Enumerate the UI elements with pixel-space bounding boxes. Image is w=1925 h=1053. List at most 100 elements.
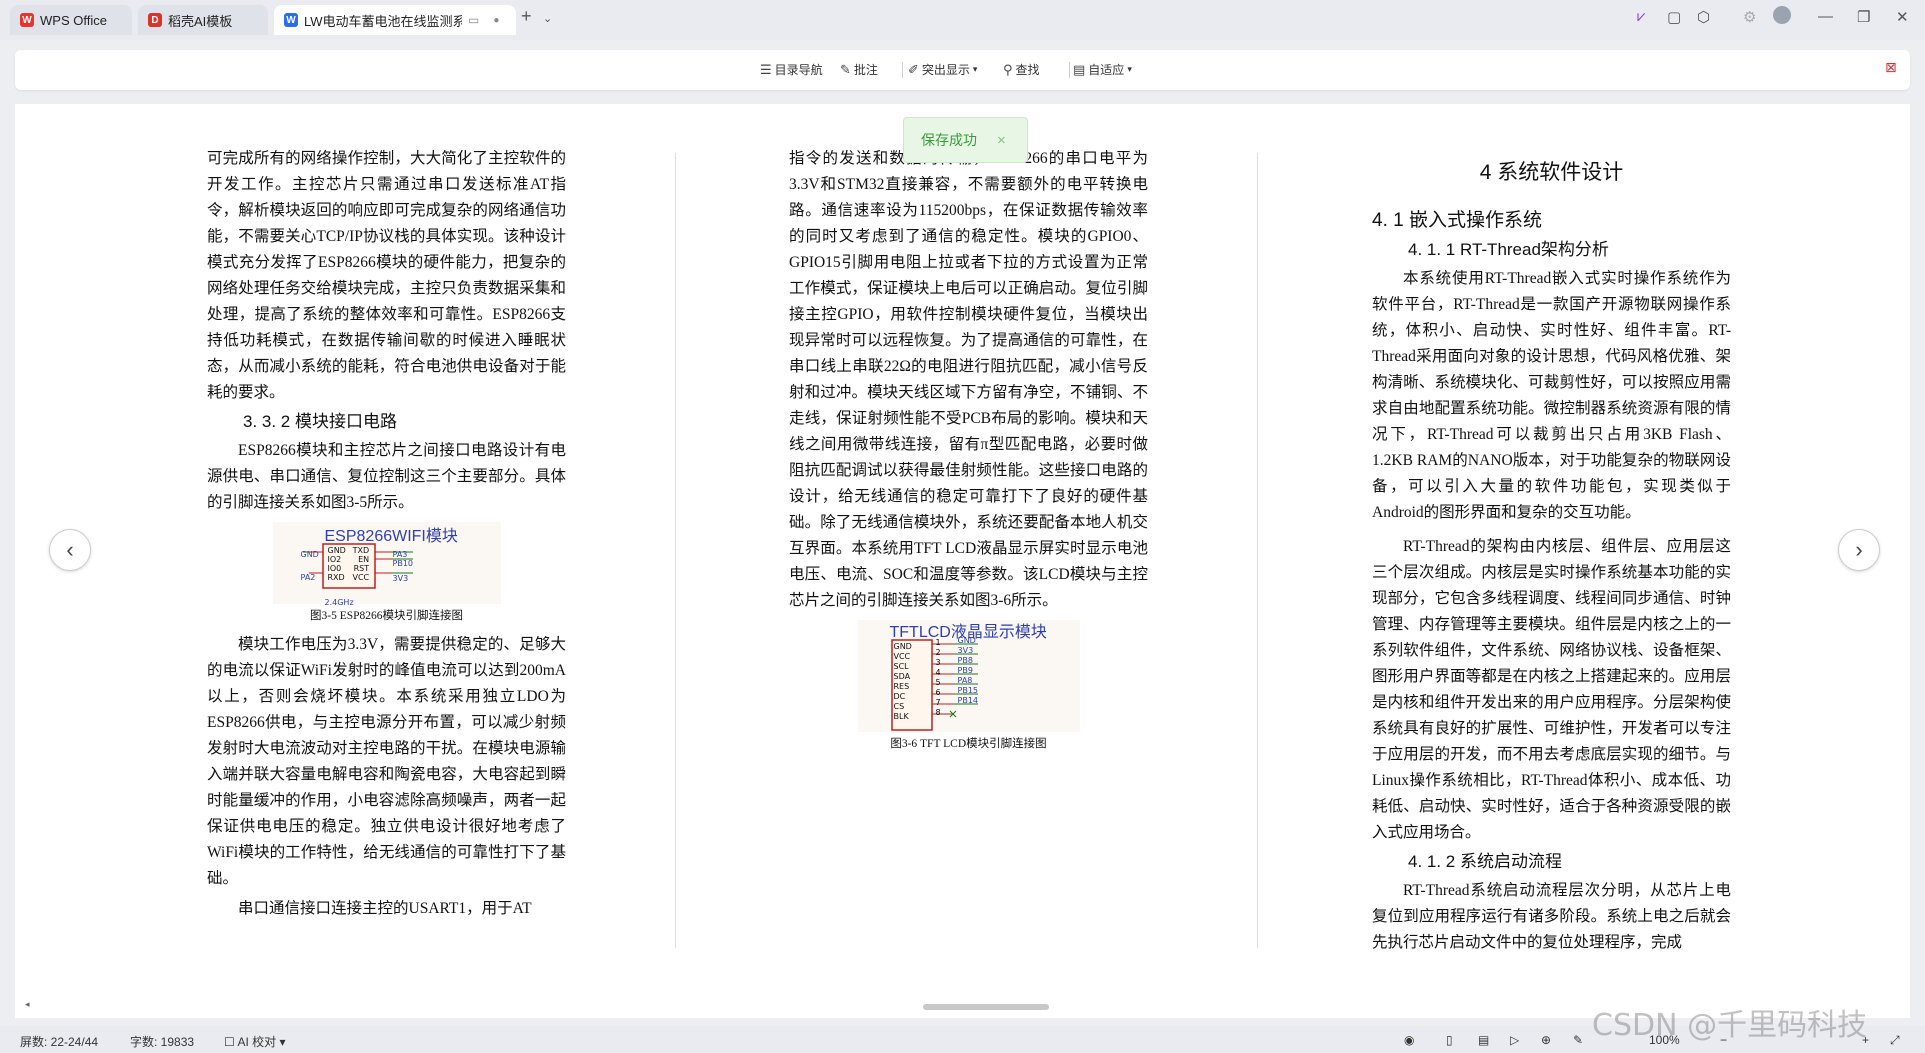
paragraph: 可完成所有的网络操作控制，大大简化了主控软件的开发工作。主控芯片只需通过串口发送… — [207, 150, 566, 401]
pin-numbers: 1 2 3 4 5 6 7 8 — [936, 638, 941, 718]
comment-icon: ✎ — [840, 61, 851, 77]
column-divider — [1257, 153, 1258, 948]
search-icon: ⚲ — [1003, 61, 1013, 77]
pin-label: CS — [893, 702, 905, 711]
column-divider — [675, 153, 676, 948]
net-label: PA2 — [300, 573, 316, 582]
title-bar: W WPS Office D 稻壳AI模板 W LW电动车蓄电池在线监测系 ▭ … — [0, 0, 1925, 40]
subsection-heading: 4. 1. 2 系统启动流程 — [1408, 852, 1562, 871]
pin-label: RXD — [327, 573, 345, 582]
pin-labels-left: GND IO2 IO0 RXD — [328, 546, 346, 582]
highlight-button[interactable]: ✐ 突出显示 ▾ — [908, 61, 977, 78]
pin-label: GND — [327, 546, 346, 555]
chevron-down-icon[interactable]: ⌄ — [543, 12, 552, 25]
wps-icon: W — [20, 13, 34, 27]
comment-button[interactable]: ✎ 批注 — [840, 61, 878, 78]
middle-column: 指令的发送和数据的传输，ESP8266的串口电平为3.3V和STM32直接兼容，… — [789, 146, 1148, 760]
tab-wps-office[interactable]: W WPS Office — [10, 5, 132, 35]
prev-page-button[interactable]: ‹ — [49, 529, 91, 571]
fullscreen-icon[interactable]: ⤢ — [1890, 1033, 1900, 1048]
paragraph: ESP8266模块和主控芯片之间接口电路设计有电源供电、串口通信、复位控制这三个… — [207, 442, 566, 511]
figure-caption: 图3-6 TFT LCD模块引脚连接图 — [890, 738, 1047, 750]
pin-labels-right: TXD EN RST VCC — [353, 546, 370, 582]
new-tab-icon[interactable]: + — [521, 6, 532, 27]
pin-number: 5 — [935, 678, 941, 687]
chevron-down-icon: ▾ — [972, 64, 978, 74]
page-view-icon[interactable]: ▯ — [1446, 1033, 1453, 1047]
pin-label: VCC — [893, 652, 911, 661]
toast-text: 保存成功 — [921, 132, 977, 148]
minimize-icon[interactable]: — — [1818, 8, 1833, 25]
exit-reading-icon[interactable]: ⊠ — [1885, 59, 1897, 76]
highlighter-icon: ✐ — [908, 61, 919, 77]
cube-icon[interactable]: ⬡ — [1697, 8, 1710, 26]
word-doc-icon: W — [284, 13, 298, 27]
tab-docer[interactable]: D 稻壳AI模板 — [138, 5, 268, 35]
chevron-down-icon: ▾ — [1127, 64, 1132, 74]
list-icon: ☰ — [760, 61, 772, 77]
pin-number: 7 — [935, 698, 941, 707]
reading-toolbar: ☰ 目录导航 ✎ 批注 ✐ 突出显示 ▾ ⚲ 查找 ▤ 自适应 ▾ ⊠ — [15, 50, 1910, 90]
net-labels: GND 3V3 PB8 PB9 PA8 PB15 PB14 — [958, 636, 979, 706]
pin-label: BLK — [893, 712, 909, 721]
right-column: 4 系统软件设计 4. 1 嵌入式操作系统 4. 1. 1 RT-Thread架… — [1372, 152, 1731, 956]
screen-icon[interactable]: ▭ — [468, 13, 479, 27]
pin-number: 6 — [935, 688, 941, 697]
eye-icon[interactable]: ◉ — [1404, 1033, 1414, 1047]
close-window-icon[interactable]: ✕ — [1896, 8, 1909, 26]
reading-mode-icon[interactable]: ▷ — [1510, 1033, 1519, 1047]
ai-proofread-button[interactable]: ☐ AI 校对 ▾ — [224, 1033, 285, 1050]
tab-document[interactable]: W LW电动车蓄电池在线监测系 ▭ ● — [274, 5, 516, 35]
window-icon[interactable]: ▢ — [1667, 8, 1681, 26]
pin-labels: GND VCC SCL SDA RES DC CS BLK — [894, 642, 912, 722]
avatar[interactable] — [1773, 6, 1791, 28]
net-label: 3V3 — [957, 646, 974, 655]
ai-icon[interactable]: ⩗ — [1637, 8, 1645, 25]
net-label: PB14 — [957, 696, 979, 705]
net-label: 3V3 — [392, 574, 409, 583]
pin-number: 4 — [935, 668, 941, 677]
save-toast: 保存成功 × — [903, 117, 1028, 163]
figure-caption: 图3-5 ESP8266模块引脚连接图 — [309, 610, 464, 622]
paragraph: 指令的发送和数据的传输，ESP8266的串口电平为3.3V和STM32直接兼容，… — [789, 150, 1148, 609]
scroll-left-icon[interactable]: ◂ — [25, 999, 30, 1010]
pin-label: TXD — [352, 546, 370, 555]
pin-label: DC — [893, 692, 906, 701]
restore-icon[interactable]: ❐ — [1857, 8, 1870, 26]
close-icon[interactable]: × — [997, 132, 1006, 149]
subsection-heading: 4. 1. 1 RT-Thread架构分析 — [1408, 240, 1609, 259]
pin-label: GND — [893, 642, 912, 651]
pin-label: IO2 — [327, 555, 342, 564]
pin-number: 3 — [935, 658, 941, 667]
next-page-button[interactable]: › — [1838, 529, 1880, 571]
page-count: 屏数: 22-24/44 — [20, 1035, 99, 1049]
chapter-heading: 4 系统软件设计 — [1479, 161, 1624, 184]
chevron-right-icon: › — [1855, 537, 1863, 562]
proofread-icon: ☐ — [224, 1035, 235, 1049]
section-heading: 3. 3. 2 模块接口电路 — [243, 412, 397, 431]
find-button[interactable]: ⚲ 查找 — [1003, 61, 1040, 78]
net-label: PB9 — [957, 666, 973, 675]
docer-icon: D — [148, 13, 162, 27]
chevron-left-icon: ‹ — [66, 537, 74, 562]
word-count[interactable]: 字数: 19833 — [130, 1033, 194, 1050]
tab-label: 稻壳AI模板 — [168, 13, 233, 29]
esp8266-figure: ESP8266WIFI模块 GND IO2 IO0 RXD TXD EN RST… — [272, 522, 501, 607]
pin-label: VCC — [352, 573, 370, 582]
paragraph: 本系统使用RT-Thread嵌入式实时操作系统作为软件平台，RT-Thread是… — [1372, 270, 1731, 521]
toc-nav-button[interactable]: ☰ 目录导航 — [760, 61, 823, 78]
pen-icon[interactable]: ✎ — [1573, 1033, 1583, 1047]
settings-icon[interactable]: ⚙ — [1743, 8, 1756, 26]
fit-button[interactable]: ▤ 自适应 ▾ — [1073, 61, 1132, 78]
csdn-watermark: CSDN @千里码科技 — [1592, 1008, 1868, 1043]
net-label: PA8 — [957, 676, 973, 685]
tft-lcd-figure: TFTLCD液晶显示模块 GND VCC SCL SDA RES DC CS B… — [857, 620, 1080, 732]
fit-page-icon: ▤ — [1073, 61, 1086, 77]
net-label: PB8 — [957, 656, 973, 665]
tab-label: LW电动车蓄电池在线监测系 — [304, 13, 462, 29]
web-view-icon[interactable]: ⊕ — [1541, 1033, 1551, 1047]
horizontal-scrollbar[interactable] — [923, 1004, 1049, 1010]
outline-view-icon[interactable]: ▤ — [1478, 1033, 1489, 1047]
find-label: 查找 — [1015, 63, 1040, 77]
net-label: 2.4GHz — [324, 598, 354, 607]
